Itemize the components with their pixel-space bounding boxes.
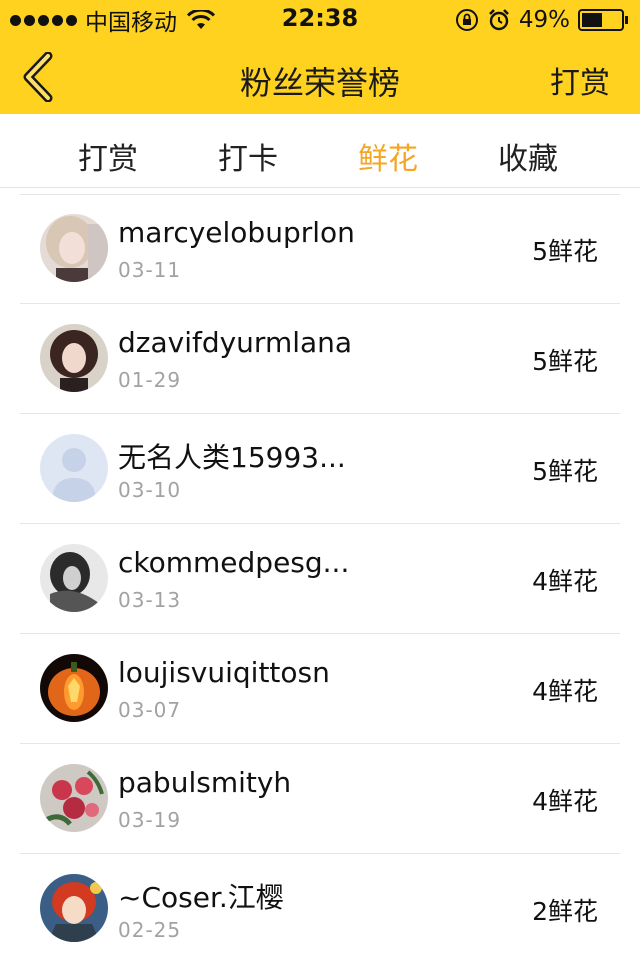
- tab-checkin[interactable]: 打卡: [198, 134, 298, 178]
- back-chevron-icon[interactable]: [18, 52, 58, 102]
- tab-bar: 打赏 打卡 鲜花 收藏: [0, 114, 640, 188]
- tip-button[interactable]: 打赏: [550, 58, 610, 102]
- list-item[interactable]: ckommedpesg... 03-13 4鲜花: [20, 524, 620, 634]
- user-name: pabulsmityh: [118, 766, 292, 799]
- list-item[interactable]: pabulsmityh 03-19 4鲜花: [20, 744, 620, 854]
- roses-painting-icon: [40, 764, 108, 832]
- alarm-clock-icon: [488, 9, 509, 31]
- photo-girl-light-hair-icon: [40, 214, 108, 282]
- gift-date: 03-07: [118, 698, 182, 722]
- gift-date: 03-11: [118, 258, 182, 282]
- fan-ranking-list: marcyelobuprlon 03-11 5鲜花 dzavifdyurmlan…: [0, 194, 640, 960]
- avatar: [40, 214, 108, 282]
- avatar: [40, 544, 108, 612]
- avatar: [40, 874, 108, 942]
- list-item[interactable]: 无名人类15993... 03-10 5鲜花: [20, 414, 620, 524]
- default-user-placeholder-icon: [40, 434, 108, 502]
- user-name: ckommedpesg...: [118, 546, 350, 579]
- flower-count: 4鲜花: [532, 567, 598, 596]
- user-name: 无名人类15993...: [118, 441, 346, 474]
- navigation-bar: 粉丝荣誉榜 打赏: [0, 40, 640, 114]
- user-name: loujisvuiqittosn: [118, 656, 330, 689]
- flower-count: 4鲜花: [532, 677, 598, 706]
- photo-girl-bob-hair-icon: [40, 324, 108, 392]
- avatar: [40, 324, 108, 392]
- user-name: marcyelobuprlon: [118, 216, 355, 249]
- flower-count: 5鲜花: [532, 237, 598, 266]
- status-bar: 中国移动 22:38 49%: [0, 0, 640, 40]
- flower-count: 2鲜花: [532, 897, 598, 926]
- avatar: [40, 654, 108, 722]
- flower-count: 5鲜花: [532, 457, 598, 486]
- status-right: 49%: [455, 6, 630, 34]
- list-item[interactable]: marcyelobuprlon 03-11 5鲜花: [20, 194, 620, 304]
- battery-percentage: 49%: [518, 7, 570, 33]
- gift-date: 01-29: [118, 368, 182, 392]
- pumpkin-lantern-icon: [40, 654, 108, 722]
- gift-date: 03-10: [118, 478, 182, 502]
- avatar: [40, 764, 108, 832]
- user-name: dzavifdyurmlana: [118, 326, 353, 359]
- gift-date: 03-19: [118, 808, 182, 832]
- photo-bw-portrait-icon: [40, 544, 108, 612]
- rotation-lock-icon: [455, 9, 478, 31]
- flower-count: 5鲜花: [532, 347, 598, 376]
- tab-tip[interactable]: 打赏: [58, 134, 158, 178]
- gift-date: 03-13: [118, 588, 182, 612]
- gift-date: 02-25: [118, 918, 182, 942]
- list-item[interactable]: dzavifdyurmlana 01-29 5鲜花: [20, 304, 620, 414]
- battery-icon: [578, 9, 628, 31]
- avatar: [40, 434, 108, 502]
- tab-favorites[interactable]: 收藏: [478, 134, 578, 178]
- page-title: 粉丝荣誉榜: [239, 64, 400, 102]
- anime-red-hair-icon: [40, 874, 108, 942]
- list-item[interactable]: ~Coser.江樱 02-25 2鲜花: [20, 854, 620, 960]
- tab-flowers[interactable]: 鲜花: [338, 134, 438, 178]
- user-name: ~Coser.江樱: [118, 881, 284, 914]
- list-item[interactable]: loujisvuiqittosn 03-07 4鲜花: [20, 634, 620, 744]
- flower-count: 4鲜花: [532, 787, 598, 816]
